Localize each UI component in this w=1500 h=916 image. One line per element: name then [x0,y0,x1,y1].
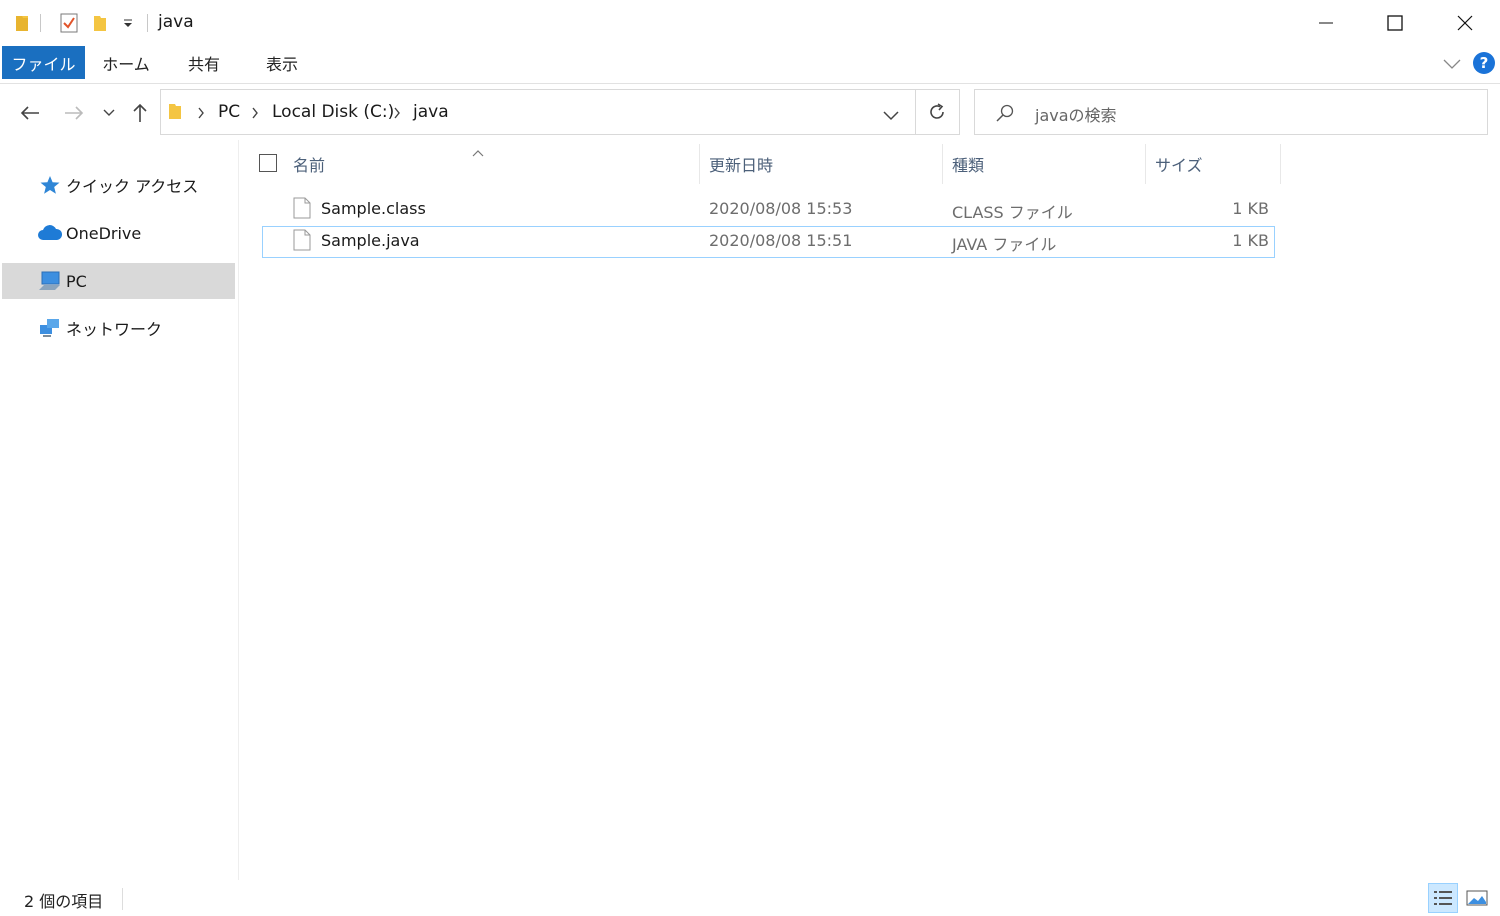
folder-icon [167,101,183,125]
arrow-right-icon [65,106,84,120]
tab-view[interactable]: 表示 [254,46,310,79]
sidebar-item-label: PC [66,271,87,291]
chevron-down-icon [883,111,899,121]
sidebar-item-quick-access[interactable]: クイック アクセス [2,167,235,203]
sidebar-item-onedrive[interactable]: OneDrive [2,215,235,251]
navigation-pane: クイック アクセス OneDrive PC ネットワーク [0,140,239,880]
chevron-right-icon[interactable] [251,107,259,119]
star-icon [36,175,64,195]
tab-home[interactable]: ホーム [95,46,157,79]
ribbon-tabs: ファイル ホーム 共有 表示 ? [0,46,1500,84]
sidebar-item-network[interactable]: ネットワーク [2,310,235,346]
properties-icon[interactable] [58,11,80,35]
sort-ascending-icon [472,142,484,161]
refresh-icon [930,103,944,119]
maximize-icon [1387,15,1403,31]
sidebar-item-label: OneDrive [66,223,142,243]
file-icon [293,197,311,223]
breadcrumb-java[interactable]: java [413,102,449,122]
file-row[interactable]: Sample.java 2020/08/08 15:51 JAVA ファイル 1… [262,226,1275,258]
details-view-icon [1434,891,1452,905]
recent-locations-dropdown[interactable] [100,98,118,128]
large-icons-view-icon [1466,890,1488,906]
network-icon [36,317,64,339]
new-folder-icon[interactable] [90,11,110,35]
column-divider[interactable] [1280,144,1281,184]
column-header-name[interactable]: 名前 [293,144,325,184]
file-name[interactable]: Sample.java [321,231,420,250]
search-input[interactable]: javaの検索 [1035,102,1117,126]
chevron-down-icon [103,109,115,116]
column-header-type[interactable]: 種類 [952,144,984,184]
address-bar[interactable]: PC Local Disk (C:) java [160,89,960,135]
status-item-count: 2 個の項目 [24,892,104,911]
address-history-dropdown[interactable] [883,106,899,125]
title-bar: java [0,0,1500,46]
back-button[interactable] [16,98,44,128]
sidebar-item-label: ネットワーク [66,320,163,339]
folder-icon[interactable] [12,11,32,35]
refresh-button[interactable] [927,102,947,126]
divider [122,888,123,910]
column-header-modified[interactable]: 更新日時 [709,144,773,184]
arrow-up-icon [133,103,147,122]
file-type: CLASS ファイル [952,203,1073,222]
close-button[interactable] [1430,0,1500,46]
divider [147,14,148,32]
minimize-button[interactable] [1291,0,1361,46]
arrow-left-icon [20,106,39,120]
maximize-button[interactable] [1360,0,1430,46]
file-modified: 2020/08/08 15:53 [709,199,853,218]
cloud-icon [36,224,64,242]
close-icon [1457,15,1473,31]
minimize-icon [1319,22,1333,24]
column-header-size[interactable]: サイズ [1155,144,1203,184]
file-type: JAVA ファイル [952,235,1057,254]
chevron-right-icon[interactable] [197,107,205,119]
tab-share[interactable]: 共有 [176,46,232,79]
file-size: 1 KB [1232,231,1269,250]
up-button[interactable] [128,98,152,128]
column-divider[interactable] [699,144,700,184]
file-row[interactable]: Sample.class 2020/08/08 15:53 CLASS ファイル… [262,194,1275,226]
breadcrumb-pc[interactable]: PC [218,102,240,122]
chevron-down-icon [1443,59,1461,69]
file-size: 1 KB [1232,199,1269,218]
large-icons-view-button[interactable] [1462,883,1492,913]
tab-file[interactable]: ファイル [2,46,85,79]
sidebar-item-label: クイック アクセス [66,177,199,196]
search-box[interactable]: javaの検索 [974,89,1488,135]
sidebar-item-pc[interactable]: PC [2,263,235,299]
computer-icon [36,270,64,292]
search-icon [995,103,1015,127]
details-view-button[interactable] [1428,883,1458,913]
column-divider[interactable] [942,144,943,184]
customize-toolbar-dropdown[interactable] [120,11,136,35]
help-icon[interactable]: ? [1473,52,1495,74]
divider [40,14,41,32]
file-modified: 2020/08/08 15:51 [709,231,853,250]
column-divider[interactable] [1145,144,1146,184]
expand-ribbon-button[interactable] [1442,54,1462,74]
file-icon [293,229,311,255]
divider [915,90,916,134]
forward-button[interactable] [60,98,88,128]
file-name[interactable]: Sample.class [321,199,426,218]
select-all-checkbox[interactable] [259,154,277,172]
chevron-right-icon[interactable] [393,107,401,119]
window-title: java [158,12,194,32]
breadcrumb-local-disk[interactable]: Local Disk (C:) [272,102,394,122]
